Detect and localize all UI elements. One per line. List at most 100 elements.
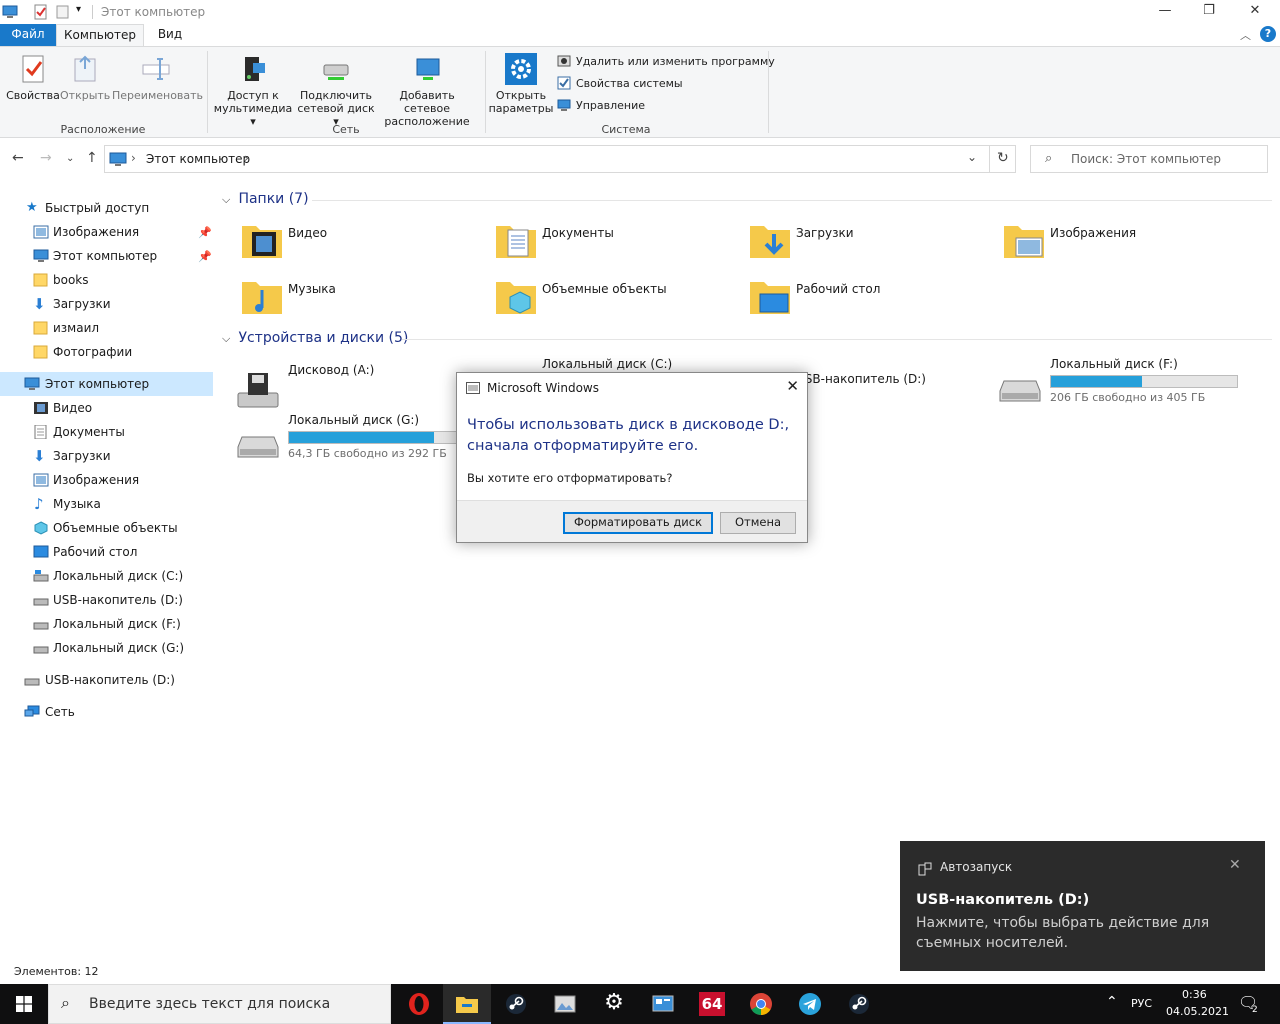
folder-music[interactable]: Музыка [218, 274, 468, 324]
refresh-icon[interactable]: ↻ [997, 150, 1009, 166]
sidebar-item-label: Музыка [53, 497, 101, 511]
properties-quick-icon[interactable] [33, 4, 49, 20]
sidebar-item-pictures[interactable]: Изображения 📌 [0, 220, 213, 244]
breadcrumb-this-pc[interactable]: Этот компьютер [146, 152, 250, 166]
dialog-close-icon[interactable]: ✕ [786, 377, 799, 395]
taskbar-opera[interactable] [395, 984, 443, 1024]
taskbar-control-panel[interactable] [639, 984, 687, 1024]
taskbar-steam[interactable] [492, 984, 540, 1024]
open-settings-button[interactable]: Открыть параметры [488, 53, 554, 115]
folder-3d-objects[interactable]: Объемные объекты [472, 274, 722, 324]
drives-section-header[interactable]: ⌵ Устройства и диски (5) [222, 330, 408, 346]
drive-f[interactable]: Локальный диск (F:) 206 ГБ свободно из 4… [980, 357, 1238, 417]
show-hidden-icons-chevron-icon[interactable]: ⌃ [1106, 994, 1118, 1010]
forward-arrow-icon[interactable]: → [40, 150, 52, 166]
clock-time[interactable]: 0:36 [1182, 988, 1207, 1001]
map-drive-label-2: сетевой диск [297, 102, 375, 115]
clock-date[interactable]: 04.05.2021 [1166, 1005, 1229, 1018]
system-properties-button[interactable]: Свойства системы [557, 75, 683, 93]
sidebar-item-videos[interactable]: Видео [0, 396, 213, 420]
minimize-button[interactable]: — [1142, 0, 1188, 24]
new-folder-quick-icon[interactable] [55, 4, 71, 20]
sidebar-item-network[interactable]: Сеть [0, 700, 213, 724]
sidebar-item-this-pc[interactable]: Этот компьютер [0, 372, 213, 396]
map-network-drive-button[interactable]: Подключить сетевой диск ▾ [296, 53, 376, 128]
sidebar-item-this-pc-pinned[interactable]: Этот компьютер 📌 [0, 244, 213, 268]
format-disk-button[interactable]: Форматировать диск [563, 512, 713, 534]
properties-button[interactable]: Свойства [6, 53, 60, 102]
close-window-button[interactable]: ✕ [1232, 0, 1278, 24]
rename-button[interactable]: Переименовать [112, 53, 203, 102]
tab-view[interactable]: Вид [148, 24, 192, 46]
taskbar-search-box[interactable]: ⌕ Введите здесь текст для поиска [48, 984, 391, 1024]
sidebar-item-drive-f[interactable]: Локальный диск (F:) [0, 612, 213, 636]
sidebar-item-music[interactable]: ♪ Музыка [0, 492, 213, 516]
sidebar-item-documents[interactable]: Документы [0, 420, 213, 444]
folder-pictures[interactable]: Изображения [980, 218, 1230, 268]
breadcrumb-chevron-icon[interactable]: › [131, 151, 136, 165]
autoplay-notification[interactable]: Автозапуск ✕ USB-накопитель (D:) Нажмите… [900, 841, 1265, 971]
manage-button[interactable]: Управление [557, 97, 645, 115]
help-icon[interactable]: ? [1260, 26, 1276, 42]
folders-section-header[interactable]: ⌵ Папки (7) [222, 191, 309, 207]
taskbar-file-explorer[interactable] [443, 984, 491, 1024]
up-arrow-icon[interactable]: ↑ [86, 150, 98, 166]
ribbon-separator [768, 51, 769, 133]
input-language-indicator[interactable]: РУС [1131, 997, 1152, 1010]
taskbar-telegram[interactable] [786, 984, 834, 1024]
quick-access-dropdown[interactable]: ▾ [76, 4, 81, 15]
taskbar-settings[interactable]: ⚙ [590, 984, 638, 1024]
taskbar-steam-2[interactable] [835, 984, 883, 1024]
tab-file[interactable]: Файл [0, 24, 56, 46]
taskbar-photo-app[interactable] [541, 984, 589, 1024]
back-arrow-icon[interactable]: ← [12, 150, 24, 166]
folder-documents[interactable]: Документы [472, 218, 722, 268]
sidebar-item-books[interactable]: books [0, 268, 213, 292]
sidebar-item-photos[interactable]: Фотографии [0, 340, 213, 364]
sidebar-item-label: Фотографии [53, 345, 133, 359]
drive-g[interactable]: Локальный диск (G:) 64,3 ГБ свободно из … [218, 413, 476, 473]
uninstall-program-button[interactable]: Удалить или изменить программу [557, 53, 775, 71]
sidebar-item-3d-objects[interactable]: Объемные объекты [0, 516, 213, 540]
open-button[interactable]: Открыть [60, 53, 110, 102]
rename-icon [142, 58, 170, 80]
taskbar-chrome[interactable] [737, 984, 785, 1024]
notification-title: USB-накопитель (D:) [916, 892, 1090, 908]
sidebar-item-drive-g[interactable]: Локальный диск (G:) [0, 636, 213, 660]
breadcrumb-chevron-icon[interactable]: › [244, 151, 249, 165]
pin-icon[interactable]: 📌 [198, 245, 212, 269]
folder-downloads[interactable]: Загрузки [726, 218, 976, 268]
folder-name: Рабочий стол [796, 282, 881, 296]
sidebar-item-drive-c[interactable]: Локальный диск (C:) [0, 564, 213, 588]
add-network-location-button[interactable]: Добавить сетевое расположение [376, 53, 478, 128]
address-dropdown-icon[interactable]: ⌄ [967, 150, 977, 164]
sidebar-item-label: Изображения [53, 473, 140, 487]
sidebar-item-quick-access[interactable]: ★ Быстрый доступ [0, 196, 213, 220]
search-box[interactable]: ⌕ Поиск: Этот компьютер [1030, 145, 1268, 173]
collapse-ribbon-icon[interactable]: ︿ [1240, 27, 1251, 43]
folder-desktop[interactable]: Рабочий стол [726, 274, 976, 324]
drive-name: Дисковод (A:) [288, 363, 375, 377]
sidebar-item-downloads-pc[interactable]: ⬇ Загрузки [0, 444, 213, 468]
notification-close-icon[interactable]: ✕ [1229, 857, 1241, 873]
media-access-button[interactable]: Доступ к мультимедиа ▾ [212, 53, 294, 128]
folder-videos[interactable]: Видео [218, 218, 468, 268]
tab-computer[interactable]: Компьютер [56, 24, 144, 46]
sidebar-item-usb-d[interactable]: USB-накопитель (D:) [0, 588, 213, 612]
sidebar-item-izmail[interactable]: измаил [0, 316, 213, 340]
pin-icon[interactable]: 📌 [198, 221, 212, 245]
sidebar-item-usb-root[interactable]: USB-накопитель (D:) [0, 668, 213, 692]
search-input[interactable]: Поиск: Этот компьютер [1071, 152, 1221, 166]
aida64-icon: 64 [699, 992, 725, 1016]
sidebar-item-desktop[interactable]: Рабочий стол [0, 540, 213, 564]
taskbar-search-input[interactable]: Введите здесь текст для поиска [89, 996, 330, 1012]
cancel-button[interactable]: Отмена [720, 512, 796, 534]
recent-locations-chevron-icon[interactable]: ⌄ [66, 153, 74, 164]
maximize-button[interactable]: ❐ [1186, 0, 1232, 24]
taskbar-aida64[interactable]: 64 [688, 984, 736, 1024]
sidebar-item-downloads[interactable]: ⬇ Загрузки [0, 292, 213, 316]
address-bar[interactable]: › Этот компьютер › ⌄ ↻ [104, 145, 1016, 173]
start-button[interactable] [0, 984, 48, 1024]
media-server-icon [245, 57, 265, 81]
sidebar-item-pictures-pc[interactable]: Изображения [0, 468, 213, 492]
